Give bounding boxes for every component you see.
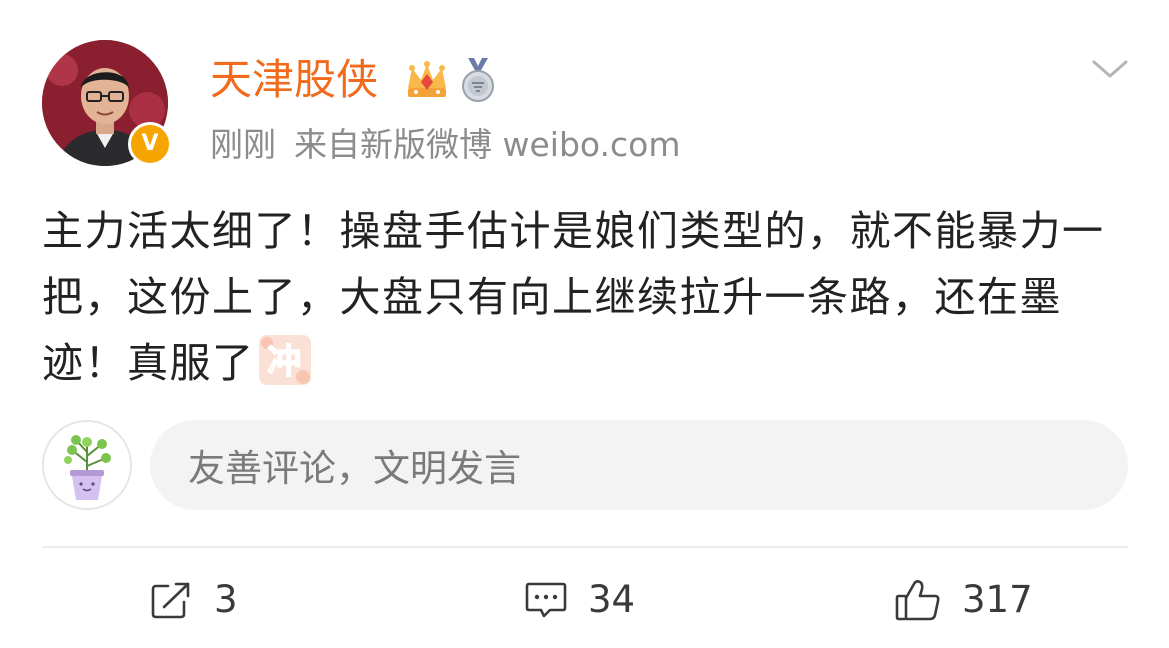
author-avatar[interactable]: V <box>42 40 172 166</box>
repost-icon <box>151 582 190 619</box>
post-source[interactable]: 来自新版微博 weibo.com <box>294 125 680 164</box>
verified-badge-label: V <box>141 131 159 156</box>
like-button[interactable]: 317 <box>894 572 1033 628</box>
medal-icon <box>462 58 494 102</box>
comment-icon <box>525 582 567 618</box>
weibo-post-card: V 天津股侠 刚刚 来自新版微博 weibo.com 主力活太细了！操盘手估计是娘… <box>0 0 1169 648</box>
like-count: 317 <box>962 578 1033 621</box>
post-text: 主力活太细了！操盘手估计是娘们类型的，就不能暴力一把，这份上了，大盘只有向上继续… <box>42 207 1105 387</box>
author-name[interactable]: 天津股侠 <box>210 54 378 106</box>
crown-icon <box>408 61 446 97</box>
chevron-down-icon[interactable] <box>1090 56 1130 82</box>
repost-button[interactable]: 3 <box>150 572 238 628</box>
comment-count: 34 <box>588 578 636 621</box>
post-time: 刚刚 <box>210 125 276 164</box>
verified-badge: V <box>128 122 172 166</box>
chong-emoji-icon: 冲 <box>258 335 311 385</box>
comment-input[interactable]: 友善评论，文明发言 <box>150 420 1128 510</box>
divider <box>42 546 1128 548</box>
commenter-avatar[interactable] <box>42 420 132 510</box>
chong-emoji-text: 冲 <box>267 342 303 382</box>
potted-plant-icon <box>44 422 130 508</box>
thumbs-up-icon <box>895 580 940 621</box>
comment-input-placeholder: 友善评论，文明发言 <box>188 447 521 490</box>
post-meta: 刚刚 来自新版微博 weibo.com <box>210 124 680 166</box>
repost-count: 3 <box>214 578 238 621</box>
post-content: 主力活太细了！操盘手估计是娘们类型的，就不能暴力一把，这份上了，大盘只有向上继续… <box>42 198 1132 396</box>
comment-button[interactable]: 34 <box>524 572 635 628</box>
